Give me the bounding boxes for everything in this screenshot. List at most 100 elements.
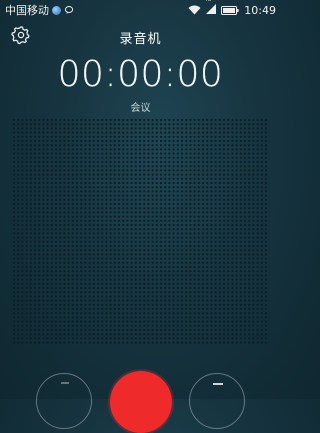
grid-dot — [143, 282, 146, 285]
grid-dot — [218, 316, 221, 319]
grid-dot — [264, 286, 268, 290]
grid-dot — [101, 118, 104, 122]
grid-dot — [235, 198, 238, 201]
grid-dot — [164, 316, 167, 319]
grid-dot — [84, 186, 87, 189]
recording-mode[interactable]: 会议 — [0, 99, 281, 114]
grid-dot — [159, 207, 163, 210]
grid-dot — [180, 253, 184, 256]
grid-dot — [109, 207, 112, 210]
grid-dot — [17, 177, 20, 180]
grid-dot — [33, 219, 37, 222]
grid-dot — [239, 131, 242, 134]
grid-dot — [243, 148, 247, 151]
grid-dot — [264, 270, 268, 273]
grid-dot — [80, 286, 83, 290]
grid-dot — [117, 316, 121, 319]
grid-dot — [206, 211, 209, 214]
grid-dot — [256, 253, 259, 256]
grid-dot — [122, 249, 125, 252]
bookmark-button[interactable] — [189, 373, 245, 429]
grid-dot — [155, 282, 158, 285]
grid-dot — [155, 299, 158, 302]
grid-dot — [126, 190, 129, 193]
grid-dot — [147, 316, 150, 319]
grid-dot — [164, 123, 167, 126]
grid-dot — [147, 307, 150, 311]
status-bar: 中国移动 4G 10:49 — [0, 0, 281, 20]
grid-dot — [248, 278, 251, 281]
grid-dot — [168, 265, 171, 269]
grid-dot — [231, 160, 234, 164]
grid-dot — [168, 215, 171, 218]
grid-dot — [42, 156, 45, 159]
grid-dot — [105, 265, 108, 269]
grid-dot — [197, 295, 200, 298]
grid-dot — [50, 333, 53, 336]
grid-dot — [264, 324, 268, 327]
grid-dot — [130, 215, 133, 218]
grid-dot — [50, 135, 53, 138]
grid-dot — [105, 177, 108, 180]
grid-dot — [126, 131, 129, 134]
grid-dot — [67, 236, 70, 239]
grid-dot — [189, 274, 192, 277]
grid-dot — [210, 190, 213, 193]
grid-dot — [59, 160, 62, 164]
grid-dot — [113, 144, 116, 147]
grid-dot — [155, 131, 158, 134]
grid-dot — [264, 320, 268, 323]
grid-dot — [210, 194, 213, 197]
grid-dot — [231, 320, 234, 323]
grid-dot — [71, 131, 74, 134]
grid-dot — [256, 123, 259, 126]
grid-dot — [113, 186, 116, 189]
grid-dot — [50, 236, 53, 239]
grid-dot — [80, 270, 83, 273]
grid-dot — [172, 215, 175, 218]
grid-dot — [180, 135, 184, 138]
grid-dot — [222, 341, 226, 344]
grid-dot — [172, 303, 175, 306]
grid-dot — [260, 160, 263, 164]
grid-dot — [50, 173, 53, 176]
grid-dot — [176, 341, 179, 344]
grid-dot — [50, 257, 53, 260]
grid-dot — [143, 131, 146, 134]
grid-dot — [75, 274, 79, 277]
grid-dot — [248, 198, 251, 201]
grid-dot — [29, 223, 32, 227]
recordings-list-button[interactable] — [36, 373, 92, 429]
grid-dot — [231, 186, 234, 189]
grid-dot — [67, 160, 70, 164]
grid-dot — [164, 173, 167, 176]
grid-dot — [84, 295, 87, 298]
grid-dot — [42, 337, 45, 340]
grid-dot — [117, 202, 121, 206]
grid-dot — [88, 240, 91, 243]
grid-dot — [164, 303, 167, 306]
grid-dot — [59, 173, 62, 176]
grid-dot — [71, 295, 74, 298]
grid-dot — [147, 228, 150, 231]
grid-dot — [248, 118, 251, 122]
grid-dot — [256, 236, 259, 239]
grid-dot — [206, 295, 209, 298]
grid-dot — [126, 320, 129, 323]
grid-dot — [21, 274, 24, 277]
record-button[interactable] — [110, 371, 172, 433]
grid-dot — [151, 194, 154, 197]
grid-dot — [126, 123, 129, 126]
grid-dot — [75, 249, 79, 252]
grid-dot — [164, 295, 167, 298]
grid-dot — [17, 160, 20, 164]
grid-dot — [264, 148, 268, 151]
grid-dot — [256, 270, 259, 273]
grid-dot — [63, 337, 66, 340]
grid-dot — [33, 139, 37, 143]
grid-dot — [168, 156, 171, 159]
grid-dot — [109, 118, 112, 122]
grid-dot — [92, 274, 95, 277]
grid-dot — [84, 118, 87, 122]
grid-dot — [67, 165, 70, 168]
